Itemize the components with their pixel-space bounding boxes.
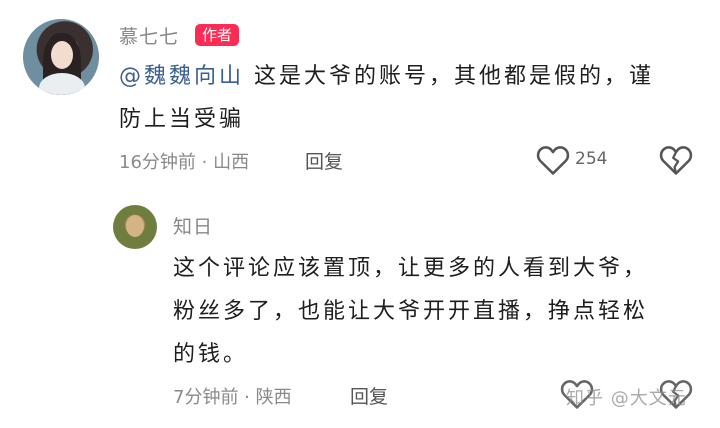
comment2-time-location: 7分钟前 · 陕西 [173, 387, 292, 408]
avatar-face [126, 215, 144, 237]
author-avatar[interactable] [23, 19, 99, 95]
broken-heart-icon[interactable] [659, 144, 693, 180]
watermark: 知乎 @大文元 [566, 388, 687, 409]
comment1-text-line1: 这是大爷的账号，其他都是假的，谨 [244, 64, 655, 89]
comment2-text: 这个评论应该置顶，让更多的人看到大爷， 粉丝多了，也能让大爷开开直播，挣点轻松 … [173, 247, 648, 376]
comment2-text-line3: 的钱。 [173, 342, 249, 367]
comment1-text: @魏魏向山 这是大爷的账号，其他都是假的，谨 防上当受骗 [119, 55, 654, 141]
comment2-username[interactable]: 知日 [173, 212, 213, 239]
comment2-reply-button[interactable]: 回复 [350, 382, 388, 409]
comment2-text-line1: 这个评论应该置顶，让更多的人看到大爷， [173, 256, 649, 281]
comment1-text-line2: 防上当受骗 [119, 107, 245, 132]
replier-avatar[interactable] [113, 205, 157, 249]
author-badge: 作者 [195, 24, 240, 46]
comment1-like-count: 254 [575, 149, 608, 169]
comment1-reply-button[interactable]: 回复 [305, 147, 343, 174]
heart-outline-icon[interactable] [536, 144, 570, 180]
mention-link[interactable]: @魏魏向山 [119, 64, 244, 89]
avatar-body [39, 73, 85, 95]
comment1-username[interactable]: 慕七七 [119, 22, 179, 49]
avatar-face [51, 41, 73, 69]
comment2-text-line2: 粉丝多了，也能让大爷开开直播，挣点轻松 [173, 299, 649, 324]
comment1-time-location: 16分钟前 · 山西 [119, 152, 250, 173]
